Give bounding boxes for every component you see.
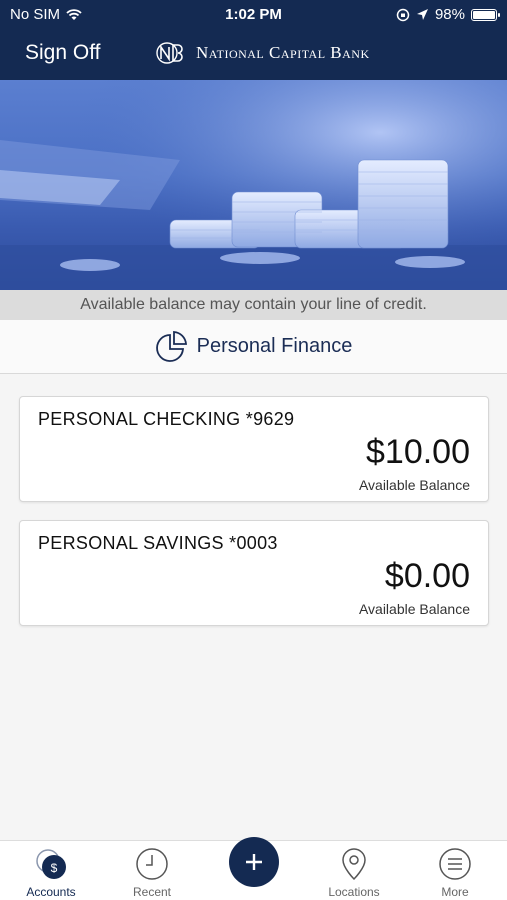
tab-recent-label: Recent (132, 885, 172, 899)
bank-logo-icon (156, 42, 183, 64)
menu-icon (439, 848, 471, 880)
tab-more-label: More (441, 885, 469, 899)
accounts-icon: $ (36, 849, 66, 879)
status-right: 98% (396, 6, 500, 23)
svg-text:$: $ (51, 861, 58, 875)
account-name: PERSONAL CHECKING *9629 (38, 409, 295, 429)
location-arrow-icon (416, 9, 428, 20)
pie-chart-icon (155, 330, 187, 362)
tab-bar: $ Accounts Recent Locations More (0, 837, 507, 900)
balance-label: Available Balance (358, 477, 470, 493)
tab-locations[interactable]: Locations (309, 847, 399, 899)
battery-icon (471, 8, 500, 21)
app-header: Sign Off National Capital Bank (0, 28, 507, 80)
orientation-lock-icon (396, 8, 410, 21)
credit-notice: Available balance may contain your line … (0, 290, 507, 320)
battery-percent: 98% (434, 6, 465, 23)
balance-label: Available Balance (358, 601, 470, 617)
clock-icon (136, 848, 168, 880)
tab-accounts-label: Accounts (26, 885, 76, 899)
tab-accounts[interactable]: $ Accounts (6, 847, 96, 899)
section-header: Personal Finance (0, 320, 507, 374)
location-pin-icon (342, 848, 366, 881)
account-card-savings[interactable]: PERSONAL SAVINGS *0003 $0.00 Available B… (19, 520, 489, 626)
bank-name: National Capital Bank (196, 43, 370, 62)
sign-off-button[interactable]: Sign Off (25, 41, 101, 65)
status-bar: No SIM 1:02 PM 98% (0, 0, 507, 28)
account-card-checking[interactable]: PERSONAL CHECKING *9629 $10.00 Available… (19, 396, 489, 502)
account-balance: $0.00 (384, 557, 470, 595)
account-balance: $10.00 (366, 433, 470, 471)
bank-logo: National Capital Bank (156, 39, 370, 67)
section-title: Personal Finance (196, 335, 353, 357)
tab-more[interactable]: More (410, 847, 500, 899)
hero-coins-image (0, 80, 507, 290)
tab-recent[interactable]: Recent (107, 847, 197, 899)
battery-fill (473, 10, 495, 19)
tab-locations-label: Locations (328, 885, 380, 899)
coins-illustration (0, 80, 507, 290)
account-name: PERSONAL SAVINGS *0003 (38, 533, 278, 553)
add-button[interactable] (229, 837, 279, 887)
plus-icon (246, 854, 262, 870)
